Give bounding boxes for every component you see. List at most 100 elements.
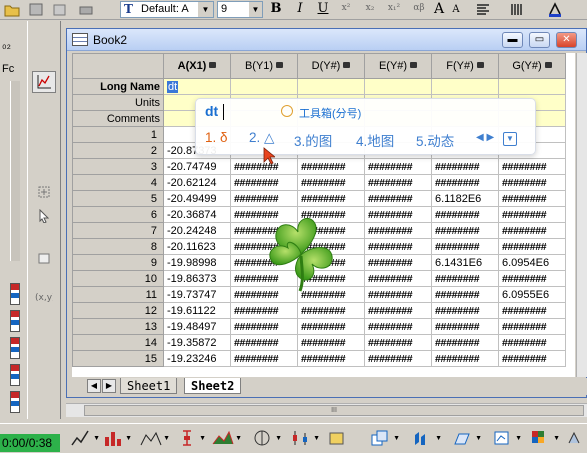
chevron-down-icon[interactable]: ▼ — [553, 435, 560, 442]
tab-sheet1[interactable]: Sheet1 — [120, 378, 178, 394]
window-thumbnail[interactable] — [10, 283, 20, 305]
table-cell[interactable]: ######## — [498, 302, 566, 319]
ime-candidate[interactable]: 4.地图 — [356, 130, 394, 150]
row-header[interactable]: 5 — [72, 190, 164, 207]
close-button[interactable]: ✕ — [556, 32, 577, 48]
row-header[interactable]: 14 — [72, 334, 164, 351]
column-plot-button[interactable]: ▼ — [102, 429, 132, 447]
table-cell[interactable]: 6.0954E6 — [498, 254, 566, 271]
row-header[interactable]: 1 — [72, 126, 164, 143]
panel-scrollbar[interactable] — [10, 81, 20, 261]
chevron-down-icon[interactable]: ▼ — [275, 435, 282, 442]
supersub-button[interactable]: x₁² — [385, 3, 403, 20]
table-cell[interactable]: -20.36874 — [163, 206, 231, 223]
template-button[interactable] — [328, 429, 358, 447]
mask-tool-button[interactable]: (x,y) — [32, 285, 56, 307]
table-cell[interactable]: -19.48497 — [163, 318, 231, 335]
increase-font-button[interactable]: A — [433, 1, 445, 18]
pattern-icon[interactable] — [509, 2, 525, 17]
line-plot-button[interactable]: ▼ — [70, 429, 100, 447]
table-cell[interactable]: ######## — [364, 334, 432, 351]
table-cell[interactable]: ######## — [364, 318, 432, 335]
graph-tool-button[interactable] — [32, 71, 56, 93]
subscript-button[interactable]: x₂ — [362, 3, 378, 20]
table-cell[interactable]: -19.23246 — [163, 350, 231, 367]
meta-cell[interactable] — [297, 78, 365, 95]
ime-candidate[interactable]: 3.的图 — [294, 130, 332, 150]
row-header[interactable]: 8 — [72, 238, 164, 255]
ime-candidate[interactable]: 2. △ — [249, 130, 274, 146]
table-cell[interactable]: ######## — [230, 302, 298, 319]
matrix-plot-button[interactable] — [566, 429, 587, 447]
table-cell[interactable]: ######## — [297, 318, 365, 335]
table-cell[interactable]: 6.1431E6 — [431, 254, 499, 271]
table-cell[interactable]: ######## — [498, 318, 566, 335]
row-header[interactable]: 10 — [72, 270, 164, 287]
sheet-next-button[interactable]: ▶ — [102, 379, 116, 393]
table-cell[interactable]: ######## — [230, 350, 298, 367]
superscript-button[interactable]: x² — [338, 3, 354, 20]
chevron-down-icon[interactable]: ▼ — [393, 435, 400, 442]
table-cell[interactable]: ######## — [431, 238, 499, 255]
table-cell[interactable]: ######## — [498, 190, 566, 207]
meta-cell[interactable] — [498, 78, 566, 95]
restore-button[interactable]: ▭ — [529, 32, 550, 48]
table-cell[interactable]: ######## — [431, 286, 499, 303]
column-header[interactable]: A(X1) — [163, 53, 231, 79]
chevron-down-icon[interactable]: ▼ — [163, 435, 170, 442]
greek-button[interactable]: αβ — [410, 3, 428, 20]
ternary-button[interactable]: ▼ — [452, 429, 482, 447]
row-header[interactable]: 12 — [72, 302, 164, 319]
chevron-down-icon[interactable]: ▼ — [125, 435, 132, 442]
chevron-down-icon[interactable]: ▼ — [515, 435, 522, 442]
table-cell[interactable]: ######## — [297, 190, 365, 207]
area-plot-button[interactable]: ▼ — [140, 429, 170, 447]
pointer-tool-button[interactable] — [32, 205, 56, 227]
scroll-thumb[interactable]: III — [84, 405, 584, 416]
column-header[interactable]: E(Y#) — [364, 53, 432, 79]
table-cell[interactable]: ######## — [431, 222, 499, 239]
3d-surface-button[interactable]: ▼ — [212, 429, 242, 447]
table-cell[interactable]: ######## — [364, 190, 432, 207]
table-cell[interactable]: ######## — [498, 222, 566, 239]
row-header[interactable]: 15 — [72, 350, 164, 367]
meta-cell[interactable] — [230, 78, 298, 95]
window-thumbnail[interactable] — [10, 310, 20, 332]
edit-icon[interactable] — [52, 2, 68, 17]
toolbox-icon[interactable] — [281, 105, 293, 117]
ime-candidate[interactable]: 5.动态 — [416, 130, 454, 150]
meta-cell[interactable] — [364, 78, 432, 95]
row-header[interactable]: 9 — [72, 254, 164, 271]
table-cell[interactable]: ######## — [431, 270, 499, 287]
table-cell[interactable]: -19.73747 — [163, 286, 231, 303]
image-plot-button[interactable]: ▼ — [530, 429, 560, 447]
ime-expand-button[interactable]: ▼ — [503, 132, 517, 146]
table-cell[interactable]: -20.11623 — [163, 238, 231, 255]
table-cell[interactable]: ######## — [498, 334, 566, 351]
print-icon[interactable] — [78, 2, 94, 17]
data-reader-button[interactable] — [32, 247, 56, 269]
table-cell[interactable]: ######## — [297, 174, 365, 191]
table-cell[interactable]: ######## — [364, 270, 432, 287]
column-header[interactable]: F(Y#) — [431, 53, 499, 79]
chevron-down-icon[interactable]: ▼ — [475, 435, 482, 442]
chevron-down-icon[interactable]: ▼ — [199, 435, 206, 442]
error-bar-button[interactable]: ▼ — [176, 429, 206, 447]
polar-plot-button[interactable]: ▼ — [252, 429, 282, 447]
merge-graph-button[interactable]: ▼ — [370, 429, 400, 447]
window-thumbnail[interactable] — [10, 364, 20, 386]
decrease-font-button[interactable]: A — [450, 4, 462, 21]
underline-button[interactable]: U — [316, 1, 330, 18]
chevron-down-icon[interactable]: ▼ — [235, 435, 242, 442]
row-header[interactable]: 4 — [72, 174, 164, 191]
ime-page-arrows[interactable]: ◀ ▶ — [476, 132, 494, 143]
save-icon[interactable] — [28, 2, 44, 17]
table-cell[interactable]: ######## — [431, 350, 499, 367]
table-cell[interactable]: ######## — [498, 206, 566, 223]
table-cell[interactable]: ######## — [431, 334, 499, 351]
table-cell[interactable]: -20.24248 — [163, 222, 231, 239]
table-cell[interactable]: ######## — [498, 158, 566, 175]
table-cell[interactable]: 6.1182E6 — [431, 190, 499, 207]
font-color-icon[interactable] — [547, 2, 563, 17]
table-cell[interactable]: ######## — [498, 270, 566, 287]
